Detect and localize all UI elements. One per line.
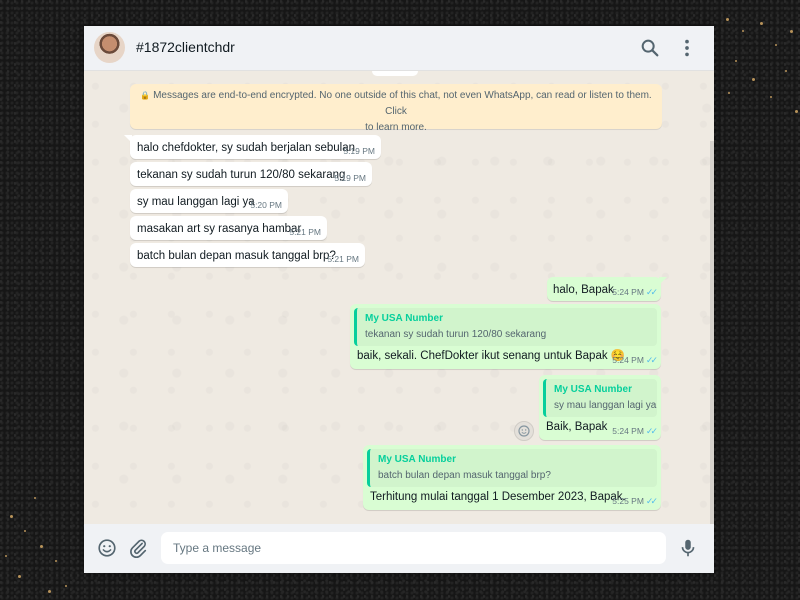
message-text: Baik, Bapak — [546, 421, 608, 433]
more-vertical-icon[interactable] — [676, 37, 698, 59]
message-text: Terhitung mulai tanggal 1 Desember 2023,… — [370, 491, 626, 503]
search-icon[interactable] — [639, 37, 661, 59]
message-time: 5:19 PM — [343, 146, 375, 156]
react-emoji-icon[interactable] — [514, 421, 534, 441]
message-text: halo chefdokter, sy sudah berjalan sebul… — [137, 142, 356, 154]
quoted-message[interactable]: My USA Number batch bulan depan masuk ta… — [367, 449, 657, 487]
double-check-icon: ✓✓ — [645, 496, 658, 506]
chat-header: #1872clientchdr — [84, 26, 714, 71]
message-text: tekanan sy sudah turun 120/80 sekarang — [137, 169, 346, 181]
contact-avatar[interactable] — [94, 32, 125, 63]
contact-name[interactable]: #1872clientchdr — [136, 39, 235, 55]
quoted-message[interactable]: My USA Number sy mau langgan lagi ya — [543, 379, 657, 417]
double-check-icon: ✓✓ — [645, 426, 658, 436]
message-time: 5:25 PM — [612, 496, 644, 506]
message-time: 5:24 PM — [612, 426, 644, 436]
double-check-icon: ✓✓ — [645, 355, 658, 365]
incoming-message[interactable]: masakan art sy rasanya hambar 5:21 PM — [130, 216, 327, 240]
quote-text: batch bulan depan masuk tanggal brp? — [378, 470, 551, 481]
quote-text: tekanan sy sudah turun 120/80 sekarang — [365, 329, 547, 340]
message-text: sy mau langgan lagi ya — [137, 196, 255, 208]
outgoing-message[interactable]: halo, Bapak 5:24 PM ✓✓ — [547, 277, 667, 301]
message-text: masakan art sy rasanya hambar — [137, 223, 302, 235]
message-time: 5:21 PM — [289, 227, 321, 237]
message-text: halo, Bapak — [553, 284, 614, 296]
message-text: batch bulan depan masuk tanggal brp? — [137, 250, 336, 262]
mic-icon[interactable] — [677, 537, 699, 559]
outgoing-reply-message[interactable]: My USA Number batch bulan depan masuk ta… — [363, 445, 661, 510]
message-time: 5:24 PM — [612, 287, 644, 297]
double-check-icon: ✓✓ — [645, 287, 658, 297]
message-time: 5:20 PM — [250, 200, 282, 210]
message-text: baik, sekali. ChefDokter ikut senang unt… — [357, 350, 626, 362]
message-input[interactable] — [161, 532, 666, 564]
encryption-notice[interactable]: 🔒 Messages are end-to-end encrypted. No … — [130, 84, 662, 133]
scrollbar[interactable] — [710, 141, 714, 568]
lock-icon: 🔒 — [140, 91, 151, 100]
emoji-icon[interactable] — [96, 537, 118, 559]
quote-text: sy mau langgan lagi ya — [554, 400, 657, 411]
incoming-message[interactable]: tekanan sy sudah turun 120/80 sekarang 5… — [130, 162, 372, 186]
incoming-message[interactable]: batch bulan depan masuk tanggal brp? 5:2… — [130, 243, 365, 267]
incoming-message[interactable]: sy mau langgan lagi ya 5:20 PM — [130, 189, 288, 213]
quoted-message[interactable]: My USA Number tekanan sy sudah turun 120… — [354, 308, 657, 346]
message-time: 5:24 PM — [612, 355, 644, 365]
composer-bar — [84, 524, 714, 573]
attach-icon[interactable] — [127, 537, 149, 559]
quote-author: My USA Number — [554, 384, 632, 395]
incoming-message[interactable]: halo chefdokter, sy sudah berjalan sebul… — [124, 135, 381, 159]
chat-window: #1872clientchdr 🔒 Messages are end-to-en… — [84, 26, 714, 573]
outgoing-reply-message[interactable]: My USA Number tekanan sy sudah turun 120… — [350, 304, 661, 369]
quote-author: My USA Number — [365, 313, 443, 324]
message-list[interactable]: 🔒 Messages are end-to-end encrypted. No … — [84, 71, 714, 568]
quote-author: My USA Number — [378, 454, 456, 465]
date-pill — [372, 71, 418, 76]
message-time: 5:19 PM — [334, 173, 366, 183]
message-time: 5:21 PM — [327, 254, 359, 264]
outgoing-reply-message[interactable]: My USA Number sy mau langgan lagi ya Bai… — [539, 375, 661, 440]
